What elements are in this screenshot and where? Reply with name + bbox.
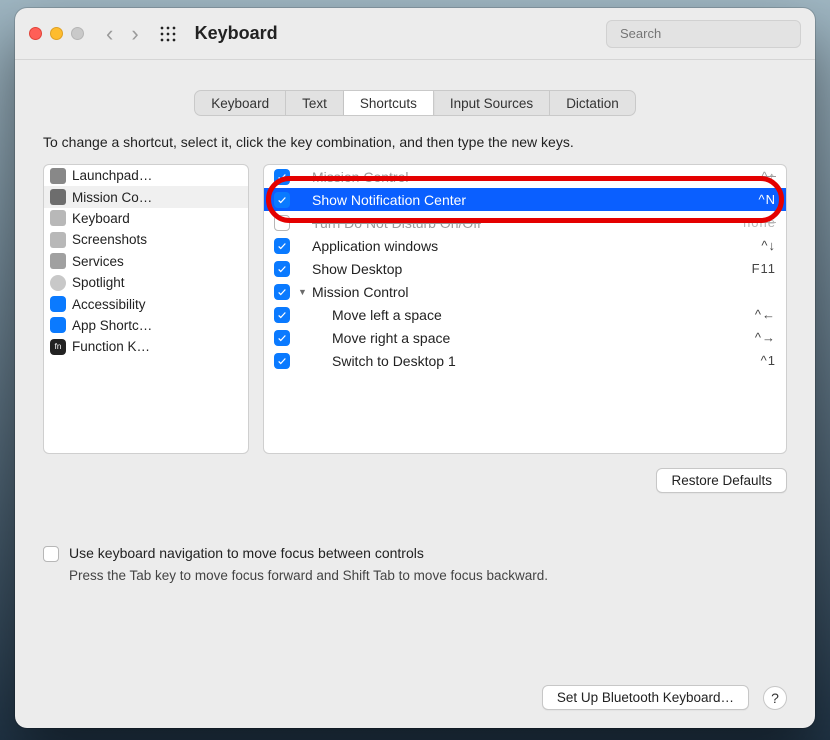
help-button[interactable]: ? [763, 686, 787, 710]
shortcut-label: Move left a space [312, 307, 755, 323]
tab-text[interactable]: Text [286, 91, 344, 115]
category-label: Keyboard [72, 211, 130, 226]
mc-icon [50, 189, 66, 205]
shortcut-checkbox[interactable] [274, 238, 290, 254]
window-title: Keyboard [195, 23, 606, 44]
shortcut-row[interactable]: Turn Do Not Disturb On/Offnone [264, 211, 786, 234]
category-item[interactable]: Spotlight [44, 272, 248, 293]
keyboard-nav-hint: Press the Tab key to move focus forward … [69, 568, 787, 583]
category-label: App Shortc… [72, 318, 152, 333]
shortcut-keys: ^→ [755, 330, 776, 345]
category-label: Screenshots [72, 232, 147, 247]
category-list[interactable]: Launchpad… Mission Co… Keyboard Screenshots… [43, 164, 249, 454]
category-item[interactable]: Services [44, 251, 248, 272]
shortcut-checkbox[interactable] [274, 215, 290, 231]
zoom-button[interactable] [71, 27, 84, 40]
tab-input-sources[interactable]: Input Sources [434, 91, 550, 115]
shortcut-row[interactable]: Switch to Desktop 1^1 [264, 349, 786, 372]
forward-button[interactable]: › [131, 23, 138, 45]
keyboard-nav-checkbox[interactable] [43, 546, 59, 562]
tab-shortcuts[interactable]: Shortcuts [344, 91, 434, 115]
shortcut-keys: none [743, 215, 776, 230]
category-item[interactable]: Launchpad… [44, 165, 248, 186]
sp-icon [50, 275, 66, 291]
back-button[interactable]: ‹ [106, 23, 113, 45]
disclosure-triangle-icon[interactable]: ▼ [298, 287, 312, 297]
shortcut-label: Move right a space [312, 330, 755, 346]
app-icon [50, 317, 66, 333]
shortcut-label: Show Desktop [312, 261, 752, 277]
shortcut-row[interactable]: Show Notification Center^N [264, 188, 786, 211]
shortcut-keys: ^1 [761, 353, 776, 368]
setup-bluetooth-button[interactable]: Set Up Bluetooth Keyboard… [542, 685, 749, 710]
shortcut-label: Turn Do Not Disturb On/Off [312, 215, 743, 231]
shortcut-keys: ^← [755, 307, 776, 322]
shortcut-checkbox[interactable] [274, 192, 290, 208]
shortcut-checkbox[interactable] [274, 330, 290, 346]
tab-keyboard[interactable]: Keyboard [195, 91, 286, 115]
category-item[interactable]: Mission Co… [44, 186, 248, 207]
tab-bar: KeyboardTextShortcutsInput SourcesDictat… [15, 60, 815, 134]
shortcut-row[interactable]: Mission Control^↑ [264, 165, 786, 188]
shortcut-label: Show Notification Center [312, 192, 759, 208]
acc-icon [50, 296, 66, 312]
category-label: Services [72, 254, 124, 269]
shortcut-checkbox[interactable] [274, 284, 290, 300]
tab-dictation[interactable]: Dictation [550, 91, 635, 115]
sv-icon [50, 253, 66, 269]
category-item[interactable]: Screenshots [44, 229, 248, 250]
search-input[interactable] [620, 26, 796, 41]
category-item[interactable]: App Shortc… [44, 315, 248, 336]
shortcut-checkbox[interactable] [274, 307, 290, 323]
shortcut-keys: F11 [752, 261, 776, 276]
shortcut-row[interactable]: Move right a space^→ [264, 326, 786, 349]
keyboard-nav-label: Use keyboard navigation to move focus be… [69, 545, 424, 561]
shortcut-label: Switch to Desktop 1 [312, 353, 761, 369]
shortcut-keys: ^↓ [761, 238, 776, 253]
close-button[interactable] [29, 27, 42, 40]
traffic-lights [29, 27, 84, 40]
ss-icon [50, 232, 66, 248]
fn-icon: fn [50, 339, 66, 355]
shortcut-keys: ^N [759, 192, 777, 207]
category-item[interactable]: Accessibility [44, 293, 248, 314]
shortcut-label: Application windows [312, 238, 761, 254]
titlebar: ‹ › Keyboard [15, 8, 815, 60]
shortcut-row[interactable]: Move left a space^← [264, 303, 786, 326]
tab-segmented-control[interactable]: KeyboardTextShortcutsInput SourcesDictat… [194, 90, 635, 116]
nav-arrows: ‹ › [106, 23, 139, 45]
category-item[interactable]: Keyboard [44, 208, 248, 229]
category-label: Function K… [72, 339, 150, 354]
category-item[interactable]: fn Function K… [44, 336, 248, 357]
grid-icon [50, 168, 66, 184]
shortcut-keys: ^↑ [761, 169, 776, 184]
shortcut-label: Mission Control [312, 169, 761, 185]
shortcut-list[interactable]: Mission Control^↑Show Notification Cente… [263, 164, 787, 454]
shortcut-label: Mission Control [312, 284, 776, 300]
shortcut-row[interactable]: Show DesktopF11 [264, 257, 786, 280]
restore-defaults-button[interactable]: Restore Defaults [656, 468, 787, 493]
shortcut-checkbox[interactable] [274, 261, 290, 277]
category-label: Launchpad… [72, 168, 152, 183]
category-label: Accessibility [72, 297, 146, 312]
preferences-window: ‹ › Keyboard KeyboardTextShortcutsInput … [15, 8, 815, 728]
minimize-button[interactable] [50, 27, 63, 40]
category-label: Spotlight [72, 275, 125, 290]
category-label: Mission Co… [72, 190, 152, 205]
shortcut-row[interactable]: ▼Mission Control [264, 280, 786, 303]
shortcut-checkbox[interactable] [274, 169, 290, 185]
search-field[interactable] [606, 20, 801, 48]
shortcut-checkbox[interactable] [274, 353, 290, 369]
instruction-text: To change a shortcut, select it, click t… [43, 134, 787, 150]
content-area: To change a shortcut, select it, click t… [15, 134, 815, 728]
kb-icon [50, 210, 66, 226]
show-all-icon[interactable] [159, 25, 177, 43]
shortcut-row[interactable]: Application windows^↓ [264, 234, 786, 257]
